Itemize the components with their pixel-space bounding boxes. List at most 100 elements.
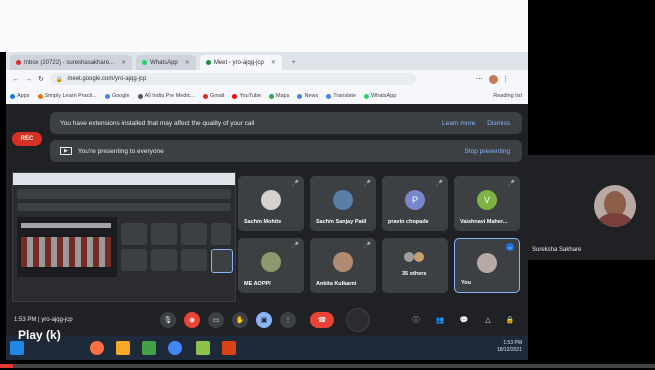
info-icon[interactable]: ⓘ [408,312,424,328]
preview-tile [181,223,207,245]
forward-icon[interactable]: → [25,76,32,83]
preview-tile [121,249,147,271]
participant-tile[interactable]: 🎤 P pravin chopade [382,176,448,231]
avatar [477,253,497,273]
bookmark-item[interactable]: Simply Learn Practi... [37,93,97,99]
self-tile[interactable]: ••• You [454,238,520,293]
avatar [414,252,424,262]
tab-gmail[interactable]: Inbox (20722) - sureshasakhare... ✕ [10,55,133,70]
bookmark-item[interactable]: Gmail [203,93,224,99]
more-options-icon[interactable]: ⋮ [280,312,296,328]
preview-tile [181,249,207,271]
present-icon: ▶ [60,147,72,155]
mic-off-icon: 🎤 [363,243,371,249]
video-progress-track[interactable] [0,364,655,368]
mic-icon[interactable]: 🎙 [160,312,176,328]
bookmarks-bar: Apps Simply Learn Practi... Google All I… [6,88,528,104]
mic-off-icon: 🎤 [507,181,515,187]
time-and-code: 1:53 PM | yro-ajqg-jcp [14,317,73,323]
close-icon[interactable]: ✕ [185,59,190,66]
bookmark-item[interactable]: Apps [10,93,30,99]
participant-tile[interactable]: 🎤 ME AOPPI [238,238,304,293]
url-text: meet.google.com/yro-ajqg-jcp [67,76,147,82]
reload-icon[interactable]: ↻ [38,75,44,83]
preview-controls [13,289,235,301]
chrome-icon[interactable] [168,341,182,355]
app-icon[interactable] [196,341,210,355]
presentation-preview[interactable] [12,172,236,302]
audio-indicator-icon: ••• [506,243,514,251]
avatar [333,190,353,210]
play-tooltip: Play (k) [18,328,61,342]
firefox-icon[interactable] [90,341,104,355]
avatar [261,252,281,272]
stop-presenting-button[interactable]: Stop presenting [464,148,510,155]
menu-icon[interactable]: ⋮ [502,75,509,83]
profile-avatar[interactable] [488,74,498,84]
preview-tile [151,223,177,245]
meet-icon [205,60,211,65]
close-icon[interactable]: ✕ [271,59,276,66]
people-icon[interactable]: 👥 [432,312,448,328]
learn-more-link[interactable]: Learn more [442,120,475,127]
address-bar[interactable]: 🔒 meet.google.com/yro-ajqg-jcp [49,73,416,85]
close-icon[interactable]: ✕ [121,59,126,66]
top-blank-area [0,0,528,52]
lock-icon: 🔒 [55,76,64,83]
app-icon[interactable] [142,341,156,355]
back-icon[interactable]: ← [12,76,19,83]
tab-strip: Inbox (20722) - sureshasakhare... ✕ What… [6,52,528,70]
leave-call-icon[interactable]: ☎ [310,312,334,328]
tab-whatsapp[interactable]: WhatsApp ✕ [136,55,196,70]
bookmark-item[interactable]: YouTube [232,93,261,99]
participant-name: Sachin Sanjay Patil [316,219,367,225]
participant-name: Sachin Mohite [244,219,282,225]
activities-icon[interactable]: △ [480,312,496,328]
extensions-icon[interactable]: ⋯ [476,75,483,83]
bookmark-item[interactable]: Translate [326,93,356,99]
preview-tile [151,249,177,271]
host-controls-icon[interactable]: 🔒 [502,312,518,328]
powerpoint-icon[interactable] [222,341,236,355]
preview-tile [211,223,231,245]
meet-controls-bar: 1:53 PM | yro-ajqg-jcp 🎙 ◉ ▭ ✋ ▣ ⋮ ☎ ⓘ 👥… [6,304,528,336]
participant-tile[interactable]: 🎤 V Vaishnavi Maher... [454,176,520,231]
bookmark-item[interactable]: All India Pre Medic... [137,93,195,99]
bookmark-item[interactable]: Maps [269,93,289,99]
chat-icon[interactable]: 💬 [456,312,472,328]
clock-time: 1:53 PM [503,340,522,346]
preview-tile [211,249,233,273]
new-tab-button[interactable]: + [286,55,302,70]
participant-name: You [461,280,471,286]
captions-icon[interactable]: ▭ [208,312,224,328]
present-now-icon[interactable]: ▣ [256,312,272,328]
reading-list[interactable]: Reading list [493,93,522,99]
vlc-icon[interactable] [116,341,130,355]
camera-off-icon[interactable]: ◉ [184,312,200,328]
tab-label: WhatsApp [150,59,178,66]
preview-tile [121,223,147,245]
avatar [333,252,353,272]
mic-off-icon: 🎤 [291,243,299,249]
mic-off-icon: 🎤 [363,181,371,187]
loading-icon [346,308,370,332]
preview-browser-bar [13,173,235,185]
avatar: V [477,190,497,210]
tab-meet[interactable]: Meet - yro-ajqg-jcp ✕ [199,55,282,70]
participant-tile[interactable]: 🎤 Sachin Sanjay Patil [310,176,376,231]
meet-window: REC You have extensions installed that m… [6,104,528,336]
participant-tile[interactable]: 🎤 Sachin Mohite [238,176,304,231]
bookmark-item[interactable]: Google [104,93,130,99]
participant-name: Ankita Kulkarni [316,281,357,287]
banner-text: You're presenting to everyone [77,147,164,155]
participant-tile[interactable]: 🎤 Ankita Kulkarni [310,238,376,293]
bookmark-item[interactable]: News [297,93,318,99]
start-icon[interactable] [10,341,24,355]
others-tile[interactable]: 35 others [382,238,448,293]
extension-warning-banner: You have extensions installed that may a… [50,112,522,134]
bookmark-item[interactable]: WhatsApp [363,93,396,99]
avatar: P [405,190,425,210]
dismiss-button[interactable]: Dismiss [487,120,510,127]
side-participant-tile[interactable]: Sureksha Sakhare [528,155,655,260]
raise-hand-icon[interactable]: ✋ [232,312,248,328]
